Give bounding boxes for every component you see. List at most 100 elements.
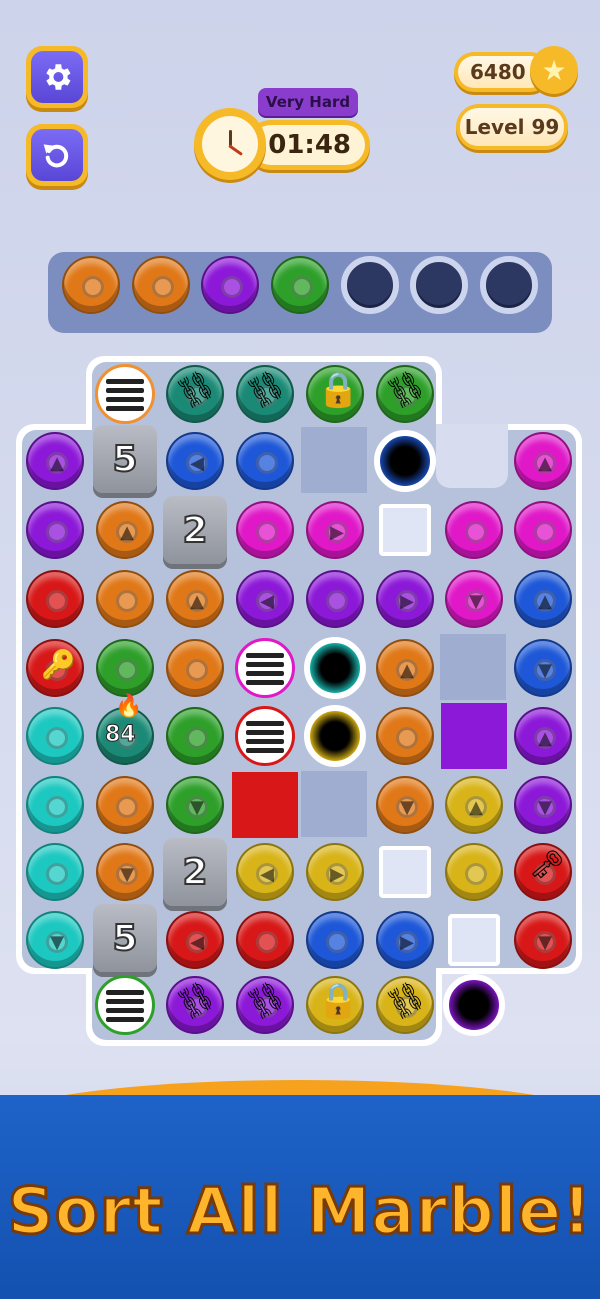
difficulty-label: Very Hard (265, 93, 351, 111)
key-icon-white: 🗝 (529, 848, 565, 881)
arrow-icon: ▼ (538, 659, 552, 681)
marble-orange[interactable] (96, 570, 154, 628)
marble-cyan[interactable] (26, 843, 84, 901)
marble-orange[interactable]: ▲ (96, 501, 154, 559)
marble-orange[interactable] (166, 639, 224, 697)
marble-orange[interactable]: ▲ (166, 570, 224, 628)
marble-red[interactable] (26, 570, 84, 628)
clock-icon (194, 108, 266, 180)
marble-green[interactable]: ▼ (166, 776, 224, 834)
difficulty-badge: Very Hard (258, 88, 358, 116)
marble-purple[interactable] (26, 501, 84, 559)
restart-button[interactable] (26, 124, 88, 186)
empty-cell (301, 771, 367, 837)
tray-marble-green (271, 256, 329, 314)
arrow-icon: ▼ (538, 931, 552, 953)
stone-block: 2 (163, 838, 227, 906)
arrow-icon: ▼ (50, 931, 64, 953)
empty-cell (301, 427, 367, 493)
marble-blue[interactable]: ▲ (514, 570, 572, 628)
marble-red[interactable]: ◀ (166, 911, 224, 969)
tray-marble-orange (62, 256, 120, 314)
level-badge: Level 99 (456, 104, 568, 150)
empty-square (379, 504, 431, 556)
marble-yellow[interactable]: ▶ (306, 843, 364, 901)
fuse-counter: 84 (105, 722, 137, 748)
arrow-icon: ▲ (50, 452, 64, 474)
stone-block: 5 (93, 425, 157, 493)
marble-yellow[interactable]: ◀ (236, 843, 294, 901)
cage-orange (95, 364, 155, 424)
tray-slot-empty (480, 256, 538, 314)
marble-purple[interactable]: ▶ (376, 570, 434, 628)
marble-orange[interactable]: ▲ (376, 639, 434, 697)
marble-magenta[interactable] (236, 501, 294, 559)
black-hole (374, 430, 436, 492)
marble-cyan[interactable] (26, 707, 84, 765)
marble-cyan[interactable] (26, 776, 84, 834)
arrow-icon: ▼ (190, 796, 204, 818)
arrow-icon: ◀ (190, 452, 204, 474)
arrow-icon: ▼ (538, 796, 552, 818)
tray-marble-orange (132, 256, 190, 314)
arrow-icon: ◀ (260, 863, 274, 885)
empty-cell (440, 634, 506, 700)
arrow-icon: ▶ (330, 521, 344, 543)
marble-blue[interactable] (306, 911, 364, 969)
yellow-hole (304, 705, 366, 767)
arrow-icon: ▶ (330, 863, 344, 885)
marble-yellow[interactable] (445, 843, 503, 901)
marble-blue[interactable] (236, 432, 294, 490)
cage-magenta (235, 638, 295, 698)
lock-icon: 🔒 (317, 370, 360, 410)
banner-title: Sort All Marble! (6, 1174, 593, 1251)
marble-blue[interactable]: ◀ (166, 432, 224, 490)
marble-magenta[interactable] (514, 501, 572, 559)
settings-button[interactable] (26, 46, 88, 108)
arrow-icon: ▲ (538, 452, 552, 474)
marble-purple[interactable]: ▲ (26, 432, 84, 490)
arrow-icon: ▲ (469, 796, 483, 818)
arrow-icon: ▲ (538, 727, 552, 749)
level-label: Level 99 (460, 108, 564, 146)
arrow-icon: ▼ (469, 590, 483, 612)
flame-icon: 🔥 (115, 694, 143, 719)
marble-yellow[interactable]: ▲ (445, 776, 503, 834)
marble-cyan[interactable]: ▼ (26, 911, 84, 969)
tray-slot-empty (341, 256, 399, 314)
marble-magenta[interactable]: ▲ (514, 432, 572, 490)
red-square (232, 772, 298, 838)
marble-purple[interactable] (306, 570, 364, 628)
arrow-icon: ◀ (260, 590, 274, 612)
marble-purple[interactable]: ◀ (236, 570, 294, 628)
purple-hole (443, 974, 505, 1036)
arrow-icon: ▲ (120, 521, 134, 543)
marble-orange[interactable]: ▼ (376, 776, 434, 834)
arrow-icon: ▶ (400, 931, 414, 953)
board-notch (436, 424, 508, 488)
marble-purple[interactable]: ▲ (514, 707, 572, 765)
marble-red[interactable]: ▼ (514, 911, 572, 969)
marble-orange[interactable] (376, 707, 434, 765)
marble-magenta[interactable]: ▶ (306, 501, 364, 559)
marble-orange[interactable] (96, 776, 154, 834)
marble-magenta[interactable]: ▼ (445, 570, 503, 628)
marble-blue[interactable]: ▶ (376, 911, 434, 969)
marble-purple[interactable]: ▼ (514, 776, 572, 834)
marble-red[interactable] (236, 911, 294, 969)
arrow-icon: ▶ (400, 590, 414, 612)
timer-value: 01:48 (251, 125, 365, 165)
empty-square (448, 914, 500, 966)
marble-green[interactable] (96, 639, 154, 697)
marble-magenta[interactable] (445, 501, 503, 559)
arrow-icon: ▲ (190, 590, 204, 612)
cage-green (95, 975, 155, 1035)
marble-blue[interactable]: ▼ (514, 639, 572, 697)
arrow-icon: ▼ (120, 863, 134, 885)
marble-green[interactable] (166, 707, 224, 765)
purple-square (441, 703, 507, 769)
marble-orange[interactable]: ▼ (96, 843, 154, 901)
star-coin-icon: ★ (530, 46, 578, 94)
arrow-icon: ▲ (538, 590, 552, 612)
stone-block: 5 (93, 904, 157, 972)
